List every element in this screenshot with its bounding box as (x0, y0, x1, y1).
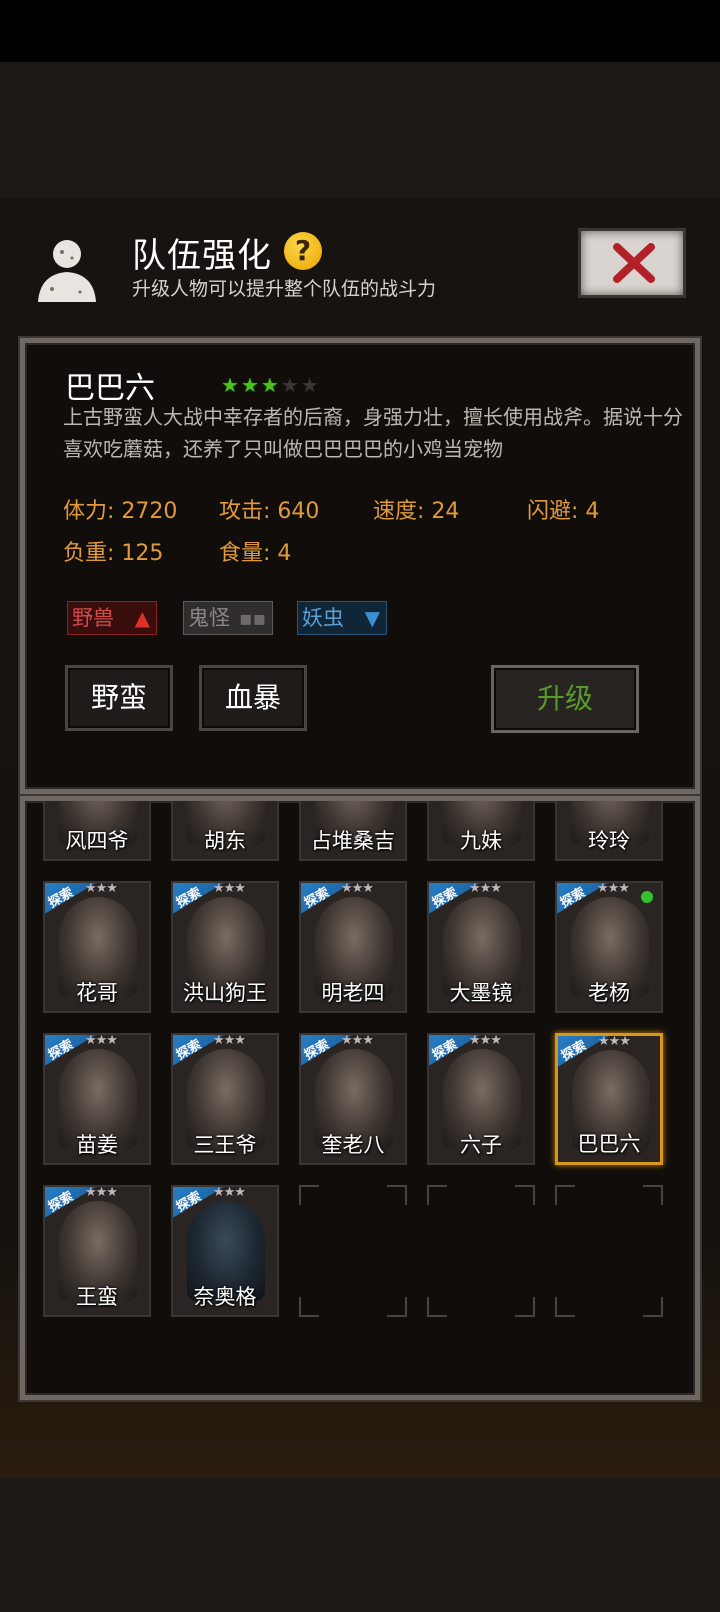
page-subtitle: 升级人物可以提升整个队伍的战斗力 (132, 278, 437, 300)
stat-label: 攻击: (219, 499, 271, 524)
notification-dot (641, 891, 653, 903)
stat-label: 速度: (373, 499, 425, 524)
character-name: 九妹 (460, 829, 502, 853)
stat-label: 食量: (219, 541, 271, 566)
character-card[interactable]: 探索 ★★★ 王蛮 (43, 1185, 151, 1317)
status-bar (0, 0, 720, 62)
star-icon: ★ (240, 373, 259, 397)
character-card[interactable]: 探索 ★★★ 三王爷 (171, 1033, 279, 1165)
top-backdrop (0, 62, 720, 198)
star-icon: ★★★ (341, 1033, 374, 1048)
character-card[interactable]: 占堆桑吉 (299, 801, 407, 861)
star-icon: ★★★ (85, 1033, 118, 1048)
character-name: 明老四 (321, 981, 385, 1005)
neutral-icon: ▪▪ (238, 606, 266, 630)
hero-info-box: 巴巴六 ★ ★ ★ ★ ★ 上古野蛮人大战中幸存者的后裔，身强力壮，擅长使用战斧。据说十… (20, 338, 700, 794)
character-name: 奈奥格 (193, 1285, 257, 1309)
stat-value: 4 (277, 541, 292, 566)
character-name: 奎老八 (321, 1133, 385, 1157)
silhouette-icon (38, 240, 96, 302)
character-card[interactable]: 胡东 (171, 801, 279, 861)
star-icon: ★ (221, 373, 239, 397)
star-icon: ★★★ (213, 1033, 246, 1048)
close-icon (613, 243, 655, 283)
character-card[interactable]: 探索 ★★★ 奎老八 (299, 1033, 407, 1165)
star-icon: ★★★ (85, 1185, 118, 1200)
character-card[interactable]: 探索 ★★★ 明老四 (299, 881, 407, 1013)
character-name: 王蛮 (76, 1285, 118, 1309)
character-card[interactable]: 探索 ★★★ 苗姜 (43, 1033, 151, 1165)
character-card-selected[interactable]: 探索 ★★★ 巴巴六 (555, 1033, 663, 1165)
upgrade-button[interactable]: 升级 (491, 665, 639, 733)
stat-value: 125 (121, 541, 164, 566)
tag-label: 妖虫 (302, 606, 344, 630)
tag-ghost: 鬼怪 ▪▪ (183, 601, 273, 635)
character-name: 大墨镜 (449, 981, 513, 1005)
star-icon: ★★★ (341, 881, 374, 896)
stat-hp: 体力: 2720 (63, 493, 177, 525)
character-name: 风四爷 (65, 829, 129, 853)
character-card[interactable]: 九妹 (427, 801, 535, 861)
character-card[interactable]: 探索 ★★★ 奈奥格 (171, 1185, 279, 1317)
character-card[interactable]: 风四爷 (43, 801, 151, 861)
page-title: 队伍强化 (132, 236, 272, 276)
help-icon[interactable]: ? (284, 232, 322, 270)
character-name: 老杨 (588, 981, 630, 1005)
skill-button-blood-rage[interactable]: 血暴 (199, 665, 307, 731)
star-icon: ★ (260, 373, 279, 397)
star-icon: ★★★ (597, 881, 630, 896)
stat-speed: 速度: 24 (373, 493, 459, 525)
tag-label: 鬼怪 (188, 606, 230, 630)
hero-description: 上古野蛮人大战中幸存者的后裔，身强力壮，擅长使用战斧。据说十分喜欢吃蘑菇，还养了… (63, 405, 683, 461)
down-arrow-icon: ▼ (364, 606, 380, 630)
character-card[interactable]: 探索 ★★★ 老杨 (555, 881, 663, 1013)
star-icon: ★★★ (213, 1185, 246, 1200)
star-icon: ★ (300, 373, 319, 397)
tag-bug: 妖虫 ▼ (297, 601, 387, 635)
character-name: 洪山狗王 (183, 981, 267, 1005)
stat-value: 24 (431, 499, 460, 524)
hero-star-rating: ★ ★ ★ ★ ★ (221, 373, 321, 397)
stat-dodge: 闪避: 4 (527, 493, 599, 525)
stat-value: 4 (585, 499, 600, 524)
stat-label: 体力: (63, 499, 115, 524)
character-name: 巴巴六 (577, 1132, 641, 1156)
character-name: 花哥 (76, 981, 118, 1005)
character-name: 占堆桑吉 (311, 829, 395, 853)
character-card[interactable]: 探索 ★★★ 洪山狗王 (171, 881, 279, 1013)
character-name: 苗姜 (76, 1133, 118, 1157)
skill-button-savage[interactable]: 野蛮 (65, 665, 173, 731)
character-card[interactable]: 玲玲 (555, 801, 663, 861)
character-name: 玲玲 (588, 829, 630, 853)
stat-load: 负重: 125 (63, 535, 163, 567)
tag-label: 野兽 (72, 606, 114, 630)
stat-attack: 攻击: 640 (219, 493, 319, 525)
star-icon: ★★★ (85, 881, 118, 896)
star-icon: ★★★ (213, 881, 246, 896)
character-card[interactable]: 探索 ★★★ 六子 (427, 1033, 535, 1165)
empty-slot (299, 1185, 407, 1317)
empty-slot (427, 1185, 535, 1317)
character-roster: 风四爷 胡东 占堆桑吉 九妹 玲玲 探索 ★★★ 花哥 探索 ★★★ 洪山狗王 探索 ★★… (20, 796, 700, 1400)
star-icon: ★ (280, 373, 299, 397)
star-icon: ★★★ (469, 881, 502, 896)
character-card[interactable]: 探索 ★★★ 大墨镜 (427, 881, 535, 1013)
star-icon: ★★★ (469, 1033, 502, 1048)
empty-slot (555, 1185, 663, 1317)
up-arrow-icon: ▲ (134, 606, 150, 630)
stat-value: 2720 (121, 499, 178, 524)
stat-label: 闪避: (527, 499, 579, 524)
star-icon: ★★★ (598, 1034, 631, 1049)
character-name: 三王爷 (193, 1133, 257, 1157)
character-name: 胡东 (204, 829, 246, 853)
team-upgrade-panel: 队伍强化 ? 升级人物可以提升整个队伍的战斗力 巴巴六 ★ ★ ★ ★ ★ 上古野蛮人大… (0, 198, 720, 1478)
stat-label: 负重: (63, 541, 115, 566)
character-name: 六子 (460, 1133, 502, 1157)
stat-value: 640 (277, 499, 320, 524)
character-card[interactable]: 探索 ★★★ 花哥 (43, 881, 151, 1013)
stat-food: 食量: 4 (219, 535, 291, 567)
bottom-backdrop (0, 1478, 720, 1612)
tag-beast: 野兽 ▲ (67, 601, 157, 635)
close-button[interactable] (578, 228, 686, 298)
